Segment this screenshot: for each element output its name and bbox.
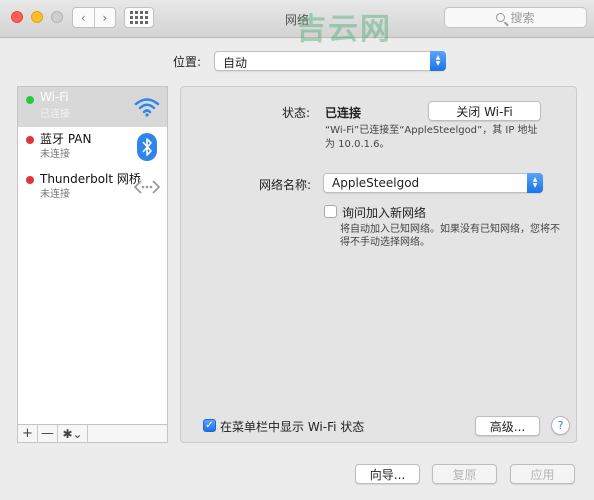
turn-off-wifi-button[interactable]: 关闭 Wi-Fi [428, 101, 541, 121]
show-menubar-label: 在菜单栏中显示 Wi-Fi 状态 [220, 420, 365, 434]
status-dot [26, 96, 34, 104]
popup-arrows-icon: ▲ ▼ [527, 173, 543, 193]
bluetooth-icon [133, 132, 161, 162]
service-item-wifi[interactable]: Wi-Fi 已连接 [18, 87, 167, 127]
service-status: 未连接 [40, 149, 70, 160]
ask-join-checkbox[interactable] [324, 205, 337, 218]
help-button[interactable]: ? [551, 416, 570, 435]
ask-join-note-line2: 得不手动选择网络。 [340, 237, 430, 248]
service-name: Wi-Fi [40, 90, 69, 104]
ask-join-label: 询问加入新网络 [342, 206, 427, 220]
service-item-bluetooth-pan[interactable]: 蓝牙 PAN 未连接 [18, 127, 167, 167]
show-menubar-checkbox[interactable]: ✓ [203, 419, 216, 432]
status-label: 状态: [282, 106, 311, 120]
search-placeholder: 搜索 [510, 11, 535, 25]
apply-button[interactable]: 应用 [510, 464, 575, 484]
status-value: 已连接 [325, 106, 362, 120]
service-status: 未连接 [40, 189, 70, 200]
status-dot [26, 136, 34, 144]
service-status: 已连接 [40, 109, 70, 120]
advanced-button[interactable]: 高级... [475, 416, 540, 436]
search-field[interactable]: 搜索 [444, 7, 587, 28]
gear-icon[interactable]: ✱⌄ [58, 425, 88, 442]
assist-me-button[interactable]: 向导... [355, 464, 420, 484]
network-preferences-window: ‹ › 网络 吉云网 搜索 位置: 自动 ▲ ▼ Wi-Fi 已连接 蓝牙 PA… [0, 0, 594, 500]
detail-panel: 状态: 已连接 关闭 Wi-Fi “Wi-Fi”已连接至“AppleSteelg… [180, 86, 577, 443]
ask-join-note-line1: 将自动加入已知网络。如果没有已知网络，您将不 [340, 224, 560, 235]
location-popup[interactable]: 自动 ▲ ▼ [214, 51, 446, 71]
search-icon [496, 13, 506, 22]
title-bar: ‹ › 网络 吉云网 搜索 [0, 0, 594, 47]
status-dot [26, 176, 34, 184]
popup-arrows-icon: ▲ ▼ [430, 51, 446, 71]
service-item-thunderbolt-bridge[interactable]: Thunderbolt 网桥 未连接 [18, 167, 167, 207]
wifi-icon [133, 92, 161, 122]
network-name-value: AppleSteelgod [332, 176, 420, 190]
location-label: 位置: [173, 55, 202, 69]
status-description-line1: “Wi-Fi”已连接至“AppleSteelgod”，其 IP 地址 [325, 125, 538, 136]
service-list: Wi-Fi 已连接 蓝牙 PAN 未连接 Thunderbolt 网桥 未连接 [17, 86, 168, 425]
location-value: 自动 [223, 56, 248, 70]
service-list-controls: + — ✱⌄ [17, 424, 168, 443]
status-description-line2: 为 10.0.1.6。 [325, 139, 390, 150]
network-name-popup[interactable]: AppleSteelgod ▲ ▼ [323, 173, 543, 193]
add-service-button[interactable]: + [18, 425, 38, 442]
thunderbolt-bridge-icon [133, 172, 161, 202]
revert-button[interactable]: 复原 [432, 464, 497, 484]
network-name-label: 网络名称: [259, 178, 312, 192]
remove-service-button[interactable]: — [38, 425, 58, 442]
